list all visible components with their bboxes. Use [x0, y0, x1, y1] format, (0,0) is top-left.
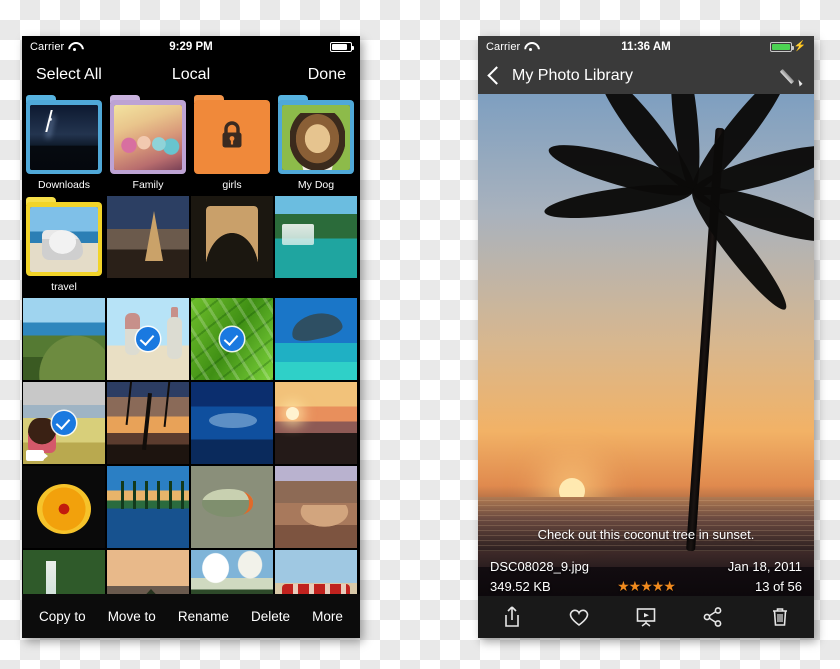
photo-caption: Check out this coconut tree in sunset. [537, 527, 755, 542]
folder-item-downloads[interactable]: Downloads [23, 94, 105, 194]
heart-icon[interactable] [567, 605, 591, 629]
photo-position: 13 of 56 [755, 578, 802, 594]
video-thumb-selected[interactable] [23, 382, 105, 464]
photo-thumb-selected[interactable] [191, 298, 273, 380]
right-bottom-toolbar [478, 596, 814, 638]
photo-thumb[interactable] [275, 196, 357, 278]
selected-checkmark-icon [136, 327, 160, 351]
selected-checkmark-icon [220, 327, 244, 351]
grid-row [23, 298, 359, 380]
folder-label: Family [132, 179, 164, 191]
folder-item-travel[interactable]: travel [23, 196, 105, 296]
share-icon[interactable] [500, 605, 524, 629]
carrier-label: Carrier [486, 40, 521, 53]
photo-viewer[interactable]: Check out this coconut tree in sunset. D… [478, 94, 814, 638]
photo-thumb[interactable] [191, 382, 273, 464]
folder-label: travel [51, 281, 77, 293]
folder-item-family[interactable]: Family [107, 94, 189, 194]
battery-charging-icon [769, 41, 794, 52]
trash-icon[interactable] [768, 605, 792, 629]
grid-row: Downloads Family girls My Dog [23, 94, 359, 194]
status-right-group: ⚡ [769, 40, 806, 52]
photo-thumb[interactable] [191, 196, 273, 278]
more-button[interactable]: More [312, 609, 343, 624]
photo-thumb[interactable] [275, 466, 357, 548]
wifi-icon [68, 42, 80, 52]
photo-filesize: 349.52 KB [490, 578, 551, 594]
move-to-button[interactable]: Move to [108, 609, 156, 624]
status-right-group [330, 41, 354, 52]
photo-thumb[interactable] [23, 466, 105, 548]
grid-row [23, 382, 359, 464]
metadata-row-size: 349.52 KB ★★★★★ 13 of 56 [490, 576, 802, 596]
rating-stars[interactable]: ★★★★★ [617, 578, 676, 595]
wifi-icon [524, 42, 536, 52]
right-phone-screen: Carrier 11:36 AM ⚡ My Photo Library Chec… [478, 36, 814, 638]
left-phone-screen: Carrier 9:29 PM Select All Local Done Do… [22, 36, 360, 638]
library-title[interactable]: My Photo Library [512, 67, 633, 85]
status-left-group: Carrier [30, 41, 80, 53]
media-grid: Downloads Family girls My Dog travel [22, 93, 360, 632]
done-button[interactable]: Done [308, 66, 346, 84]
folder-label: Downloads [38, 179, 90, 191]
delete-button[interactable]: Delete [251, 609, 290, 624]
photo-thumb[interactable] [191, 466, 273, 548]
photo-thumb[interactable] [107, 466, 189, 548]
photo-metadata: DSC08028_9.jpg Jan 18, 2011 349.52 KB ★★… [478, 556, 814, 596]
folder-label: girls [222, 179, 242, 191]
photo-thumb[interactable] [275, 298, 357, 380]
folder-item-girls[interactable]: girls [191, 94, 273, 194]
copy-to-button[interactable]: Copy to [39, 609, 86, 624]
select-all-button[interactable]: Select All [36, 66, 102, 84]
right-status-bar: Carrier 11:36 AM ⚡ [478, 36, 814, 57]
share-nodes-icon[interactable] [701, 605, 725, 629]
photo-thumb[interactable] [107, 196, 189, 278]
grid-row: travel [23, 196, 359, 296]
folder-label: My Dog [297, 179, 335, 191]
left-bottom-toolbar: Copy to Move to Rename Delete More [22, 594, 360, 638]
left-status-bar: Carrier 9:29 PM [22, 36, 360, 57]
charging-bolt-icon: ⚡ [793, 40, 806, 52]
rename-button[interactable]: Rename [178, 609, 229, 624]
right-nav-bar: My Photo Library [478, 57, 814, 94]
folder-item-my-dog[interactable]: My Dog [275, 94, 357, 194]
slideshow-icon[interactable] [634, 605, 658, 629]
pencil-icon[interactable] [782, 65, 804, 87]
photo-thumb[interactable] [23, 298, 105, 380]
battery-full-icon [330, 41, 354, 52]
status-left-group: Carrier [486, 41, 536, 53]
carrier-label: Carrier [30, 40, 65, 53]
back-chevron-icon[interactable] [487, 66, 506, 85]
photo-thumb-selected[interactable] [107, 298, 189, 380]
video-camera-icon [26, 450, 48, 461]
grid-row [23, 466, 359, 548]
photo-thumb[interactable] [107, 382, 189, 464]
photo-thumb[interactable] [275, 382, 357, 464]
photo-filename: DSC08028_9.jpg [490, 558, 590, 574]
selected-checkmark-icon [52, 411, 76, 435]
screenshot-stage: Carrier 9:29 PM Select All Local Done Do… [0, 0, 840, 669]
metadata-row-filename: DSC08028_9.jpg Jan 18, 2011 [490, 556, 802, 576]
left-nav-bar: Select All Local Done [22, 57, 360, 93]
lock-icon [222, 121, 242, 148]
photo-date: Jan 18, 2011 [727, 558, 802, 574]
